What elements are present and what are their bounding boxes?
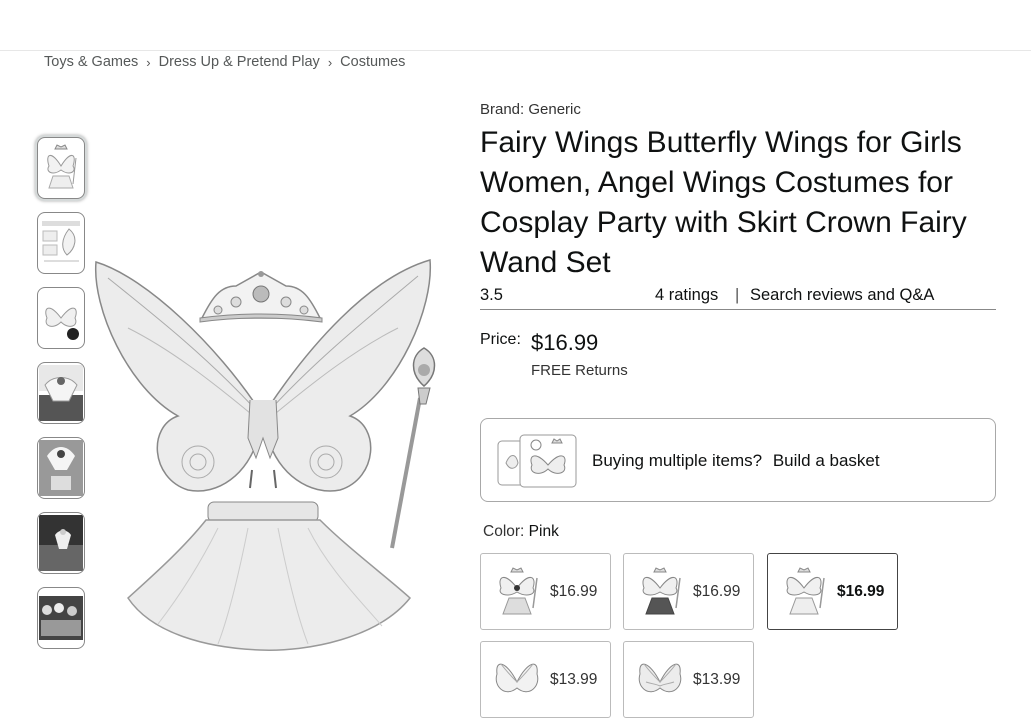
color-label: Color: Pink [483, 523, 559, 541]
build-basket-box[interactable]: Buying multiple items? Build a basket [480, 418, 996, 502]
basket-question: Buying multiple items? [592, 451, 763, 470]
top-navigation-bar [0, 0, 1031, 51]
thumbnail-wings[interactable] [37, 287, 85, 349]
thumbnail-strip [37, 137, 87, 662]
color-option-3-selected[interactable]: $16.99 [767, 553, 898, 630]
build-basket-link[interactable]: Build a basket [773, 451, 880, 470]
thumbnail-model-1[interactable] [37, 362, 85, 424]
breadcrumb-costumes[interactable]: Costumes [340, 54, 405, 70]
price-label: Price: [480, 331, 521, 348]
ratings-count-link[interactable]: 4 ratings [655, 286, 718, 305]
option-price: $13.99 [693, 671, 741, 688]
ratings-row: 3.5 4 ratings | Search reviews and Q&A [480, 284, 996, 310]
color-option-4[interactable]: $13.99 [480, 641, 611, 718]
thumbnail-wings-set[interactable] [37, 137, 85, 199]
wings-only-variant-icon [495, 663, 539, 693]
option-price: $16.99 [837, 583, 885, 600]
product-title: Fairy Wings Butterfly Wings for Girls Wo… [480, 126, 967, 279]
main-product-image[interactable] [88, 238, 454, 658]
search-reviews-link[interactable]: Search reviews and Q&A [750, 286, 934, 305]
tiara-icon [199, 271, 323, 323]
wings-worn-icon [39, 365, 83, 421]
breadcrumb-toys-games[interactable]: Toys & Games [44, 54, 138, 70]
ratings-divider: | [735, 286, 740, 304]
group-photo-icon [39, 596, 83, 640]
wings-outdoor-icon [39, 515, 83, 571]
basket-text: Buying multiple items? Build a basket [592, 451, 880, 471]
breadcrumb-dress-up[interactable]: Dress Up & Pretend Play [159, 54, 320, 70]
breadcrumb-separator: › [327, 54, 333, 70]
color-label-text: Color: [483, 523, 525, 540]
free-returns-link[interactable]: FREE Returns [531, 362, 628, 379]
wings-tutu-variant-icon [499, 567, 538, 615]
thumbnail-group[interactable] [37, 587, 85, 649]
wings-worn-icon [39, 440, 83, 496]
breadcrumb: Toys & Games › Dress Up & Pretend Play ›… [44, 54, 405, 70]
thumbnail-size-chart[interactable] [37, 212, 85, 274]
color-option-5[interactable]: $13.99 [623, 641, 754, 718]
thumbnail-outdoor[interactable] [37, 512, 85, 574]
price-value: $16.99 [531, 330, 599, 355]
breadcrumb-separator: › [146, 54, 151, 70]
fairy-wand-icon [390, 347, 436, 549]
color-option-1[interactable]: $16.99 [480, 553, 611, 630]
thumbnail-model-2[interactable] [37, 437, 85, 499]
wings-only-variant-icon [638, 663, 682, 693]
basket-items-icon [497, 434, 577, 488]
wings-tutu-variant-icon [786, 567, 825, 615]
tutu-skirt-icon [127, 501, 412, 651]
option-price: $13.99 [550, 671, 598, 688]
wings-tutu-variant-icon [642, 567, 681, 615]
brand-link[interactable]: Brand: Generic [480, 101, 581, 118]
size-chart-icon [42, 221, 80, 262]
rating-score[interactable]: 3.5 [480, 286, 503, 305]
selected-color: Pink [528, 523, 559, 540]
option-price: $16.99 [693, 583, 741, 600]
wings-set-icon [47, 144, 77, 189]
option-price: $16.99 [550, 583, 598, 600]
wings-icon [45, 307, 79, 340]
color-option-2[interactable]: $16.99 [623, 553, 754, 630]
